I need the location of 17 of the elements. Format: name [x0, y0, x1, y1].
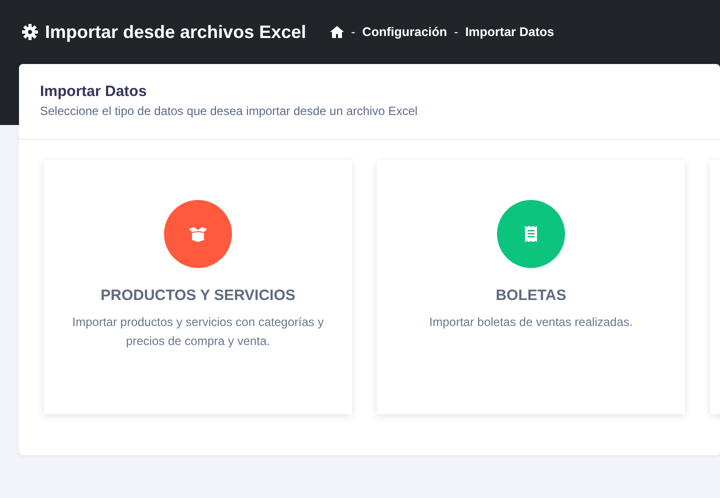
import-option-card[interactable]: BOLETAS Importar boletas de ventas realizadas.: [377, 160, 685, 414]
gear-icon: [22, 24, 38, 40]
breadcrumb-current: Importar Datos: [465, 25, 554, 39]
option-description: Importar boletas de ventas realizadas.: [429, 314, 633, 331]
panel-subtitle: Seleccione el tipo de datos que desea importar desde un archivo Excel: [40, 104, 419, 118]
option-description: Importar productos y servicios con categorías y precios de compra y venta.: [71, 314, 325, 350]
option-title: BOLETAS: [496, 287, 566, 304]
breadcrumb-link[interactable]: Configuración: [362, 25, 448, 39]
breadcrumb-separator: -: [351, 25, 356, 39]
option-title: PRODUCTOS Y SERVICIOS: [100, 287, 296, 304]
breadcrumb-separator: -: [454, 25, 458, 39]
page-title: Importar desde archivos Excel: [45, 22, 306, 42]
receipt-icon: [524, 225, 538, 243]
panel-title: Importar Datos: [40, 83, 148, 100]
box-icon: [188, 226, 208, 242]
import-option-card[interactable]: PRODUCTOS Y SERVICIOS Importar productos y servicios con categorías y precios de compra y venta.: [44, 160, 352, 414]
home-icon[interactable]: [330, 26, 344, 38]
